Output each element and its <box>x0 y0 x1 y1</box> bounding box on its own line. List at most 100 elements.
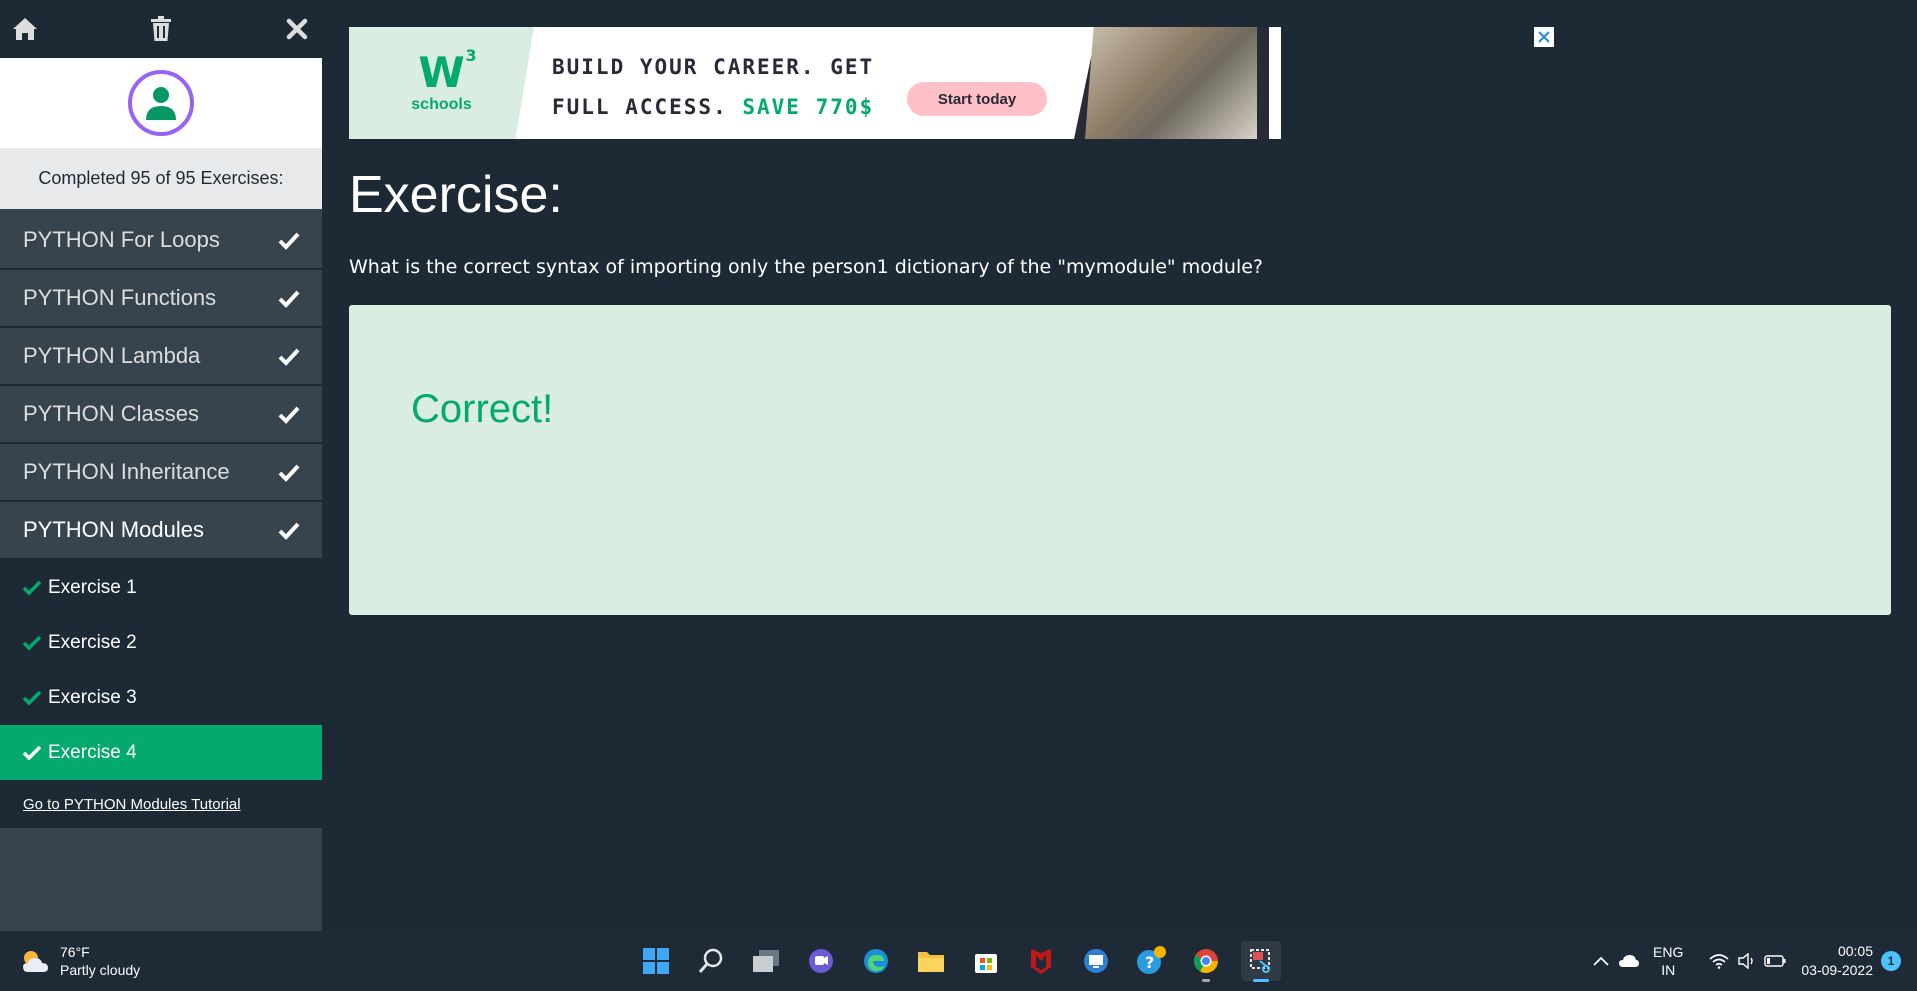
store-button[interactable] <box>966 941 1006 981</box>
snipping-tool-button[interactable] <box>1241 941 1281 982</box>
task-view-button[interactable] <box>746 941 786 981</box>
delete-button[interactable] <box>146 14 176 44</box>
ad-banner[interactable]: W3 schools BUILD YOUR CAREER. GET FULL A… <box>349 27 1281 139</box>
chevron-up-icon <box>1593 956 1609 966</box>
ad-cta-button[interactable]: Start today <box>907 82 1047 116</box>
w3schools-logo: W3 schools <box>349 27 534 139</box>
mcafee-button[interactable] <box>1021 941 1061 981</box>
speaker-icon <box>1738 953 1754 969</box>
category-classes[interactable]: PYTHON Classes <box>0 386 322 444</box>
check-icon <box>22 580 42 595</box>
store-icon <box>975 954 997 973</box>
chrome-button[interactable] <box>1186 941 1226 982</box>
snipping-tool-icon <box>1250 949 1270 973</box>
battery-button[interactable] <box>1761 947 1789 975</box>
windows-icon <box>643 948 669 974</box>
check-icon <box>278 406 300 424</box>
exercise-item-4[interactable]: Exercise 4 <box>0 725 322 780</box>
question-text: What is the correct syntax of importing … <box>349 256 1263 278</box>
check-icon <box>278 232 300 250</box>
tutorial-link-row: Go to PYTHON Modules Tutorial <box>0 780 322 828</box>
taskbar-apps: ? <box>636 941 1281 982</box>
ad-line2-prefix: FULL ACCESS. <box>552 95 743 119</box>
category-label: PYTHON For Loops <box>23 227 220 252</box>
tray-overflow-button[interactable] <box>1587 947 1615 975</box>
weather-desc: Partly cloudy <box>60 962 141 978</box>
weather-widget[interactable]: 76°F Partly cloudy <box>20 943 140 979</box>
cloud-icon <box>1619 955 1640 967</box>
logo-sub: schools <box>411 96 472 113</box>
check-icon <box>22 635 42 650</box>
category-functions[interactable]: PYTHON Functions <box>0 270 322 328</box>
result-text: Correct! <box>411 387 554 431</box>
category-label: PYTHON Modules <box>23 517 204 542</box>
logo-sup: 3 <box>465 46 477 65</box>
category-label: PYTHON Functions <box>23 285 217 310</box>
chrome-icon <box>1193 949 1218 974</box>
category-modules[interactable]: PYTHON Modules <box>0 502 322 560</box>
chat-icon <box>809 949 833 973</box>
wifi-icon <box>1709 954 1729 969</box>
check-icon <box>22 690 42 705</box>
category-label: PYTHON Classes <box>23 401 200 426</box>
folder-icon <box>918 952 944 972</box>
category-for-loops[interactable]: PYTHON For Loops <box>0 212 322 270</box>
teams-chat-button[interactable] <box>801 941 841 981</box>
search-button[interactable] <box>691 941 731 981</box>
file-explorer-button[interactable] <box>911 941 951 981</box>
svg-text:?: ? <box>1145 953 1154 972</box>
system-tray: ENG IN 00:05 03-09-2022 1 <box>1587 931 1917 991</box>
partly-cloudy-icon <box>23 951 48 972</box>
check-icon <box>278 464 300 482</box>
wifi-button[interactable] <box>1705 947 1733 975</box>
search-icon <box>698 948 723 973</box>
close-icon <box>286 18 308 40</box>
remote-desktop-icon <box>1084 949 1108 973</box>
lang-line2: IN <box>1661 962 1676 978</box>
check-icon <box>22 745 42 760</box>
weather-temp: 76°F <box>60 944 90 960</box>
exercise-sidebar: Completed 95 of 95 Exercises: PYTHON For… <box>0 0 322 931</box>
tutorial-link[interactable]: Go to PYTHON Modules Tutorial <box>23 796 241 813</box>
exercise-item-1[interactable]: Exercise 1 <box>0 560 322 615</box>
screen: Completed 95 of 95 Exercises: PYTHON For… <box>0 0 1917 991</box>
close-sidebar-button[interactable] <box>282 14 312 44</box>
help-icon: ? <box>1137 946 1166 974</box>
category-label: PYTHON Inheritance <box>23 459 230 484</box>
exercise-label: Exercise 2 <box>48 631 137 653</box>
user-icon <box>146 87 176 120</box>
exercise-item-3[interactable]: Exercise 3 <box>0 670 322 725</box>
exercise-list: Exercise 1 Exercise 2 Exercise 3 Exercis… <box>0 560 322 780</box>
check-icon <box>278 348 300 366</box>
exercise-label: Exercise 4 <box>48 741 137 763</box>
taskbar: 76°F Partly cloudy ? ENG IN 00:05 03-09-… <box>0 931 1917 991</box>
mcafee-icon <box>1031 949 1051 974</box>
close-icon <box>1538 31 1550 43</box>
remote-desktop-button[interactable] <box>1076 941 1116 981</box>
get-help-button[interactable]: ? <box>1131 941 1171 981</box>
page-title: Exercise: <box>349 166 563 224</box>
category-inheritance[interactable]: PYTHON Inheritance <box>0 444 322 502</box>
notification-badge[interactable]: 1 <box>1881 951 1901 971</box>
clock-time: 00:05 <box>1837 943 1873 959</box>
volume-button[interactable] <box>1733 947 1761 975</box>
exercise-item-2[interactable]: Exercise 2 <box>0 615 322 670</box>
edge-icon <box>864 949 888 973</box>
clock[interactable]: 00:05 03-09-2022 <box>1801 942 1873 980</box>
start-button[interactable] <box>636 941 676 981</box>
home-button[interactable] <box>10 14 40 44</box>
language-indicator[interactable]: ENG IN <box>1653 943 1683 979</box>
logo-text: W <box>418 48 465 97</box>
lang-line1: ENG <box>1653 944 1684 960</box>
edge-button[interactable] <box>856 941 896 981</box>
trash-icon <box>151 16 171 41</box>
avatar[interactable] <box>128 70 194 136</box>
task-view-icon <box>753 950 779 972</box>
check-icon <box>278 522 300 540</box>
category-label: PYTHON Lambda <box>23 343 201 368</box>
exercise-label: Exercise 1 <box>48 576 137 598</box>
category-lambda[interactable]: PYTHON Lambda <box>0 328 322 386</box>
onedrive-button[interactable] <box>1615 947 1643 975</box>
ad-close-button[interactable] <box>1534 27 1554 47</box>
ad-photo <box>1085 27 1257 139</box>
